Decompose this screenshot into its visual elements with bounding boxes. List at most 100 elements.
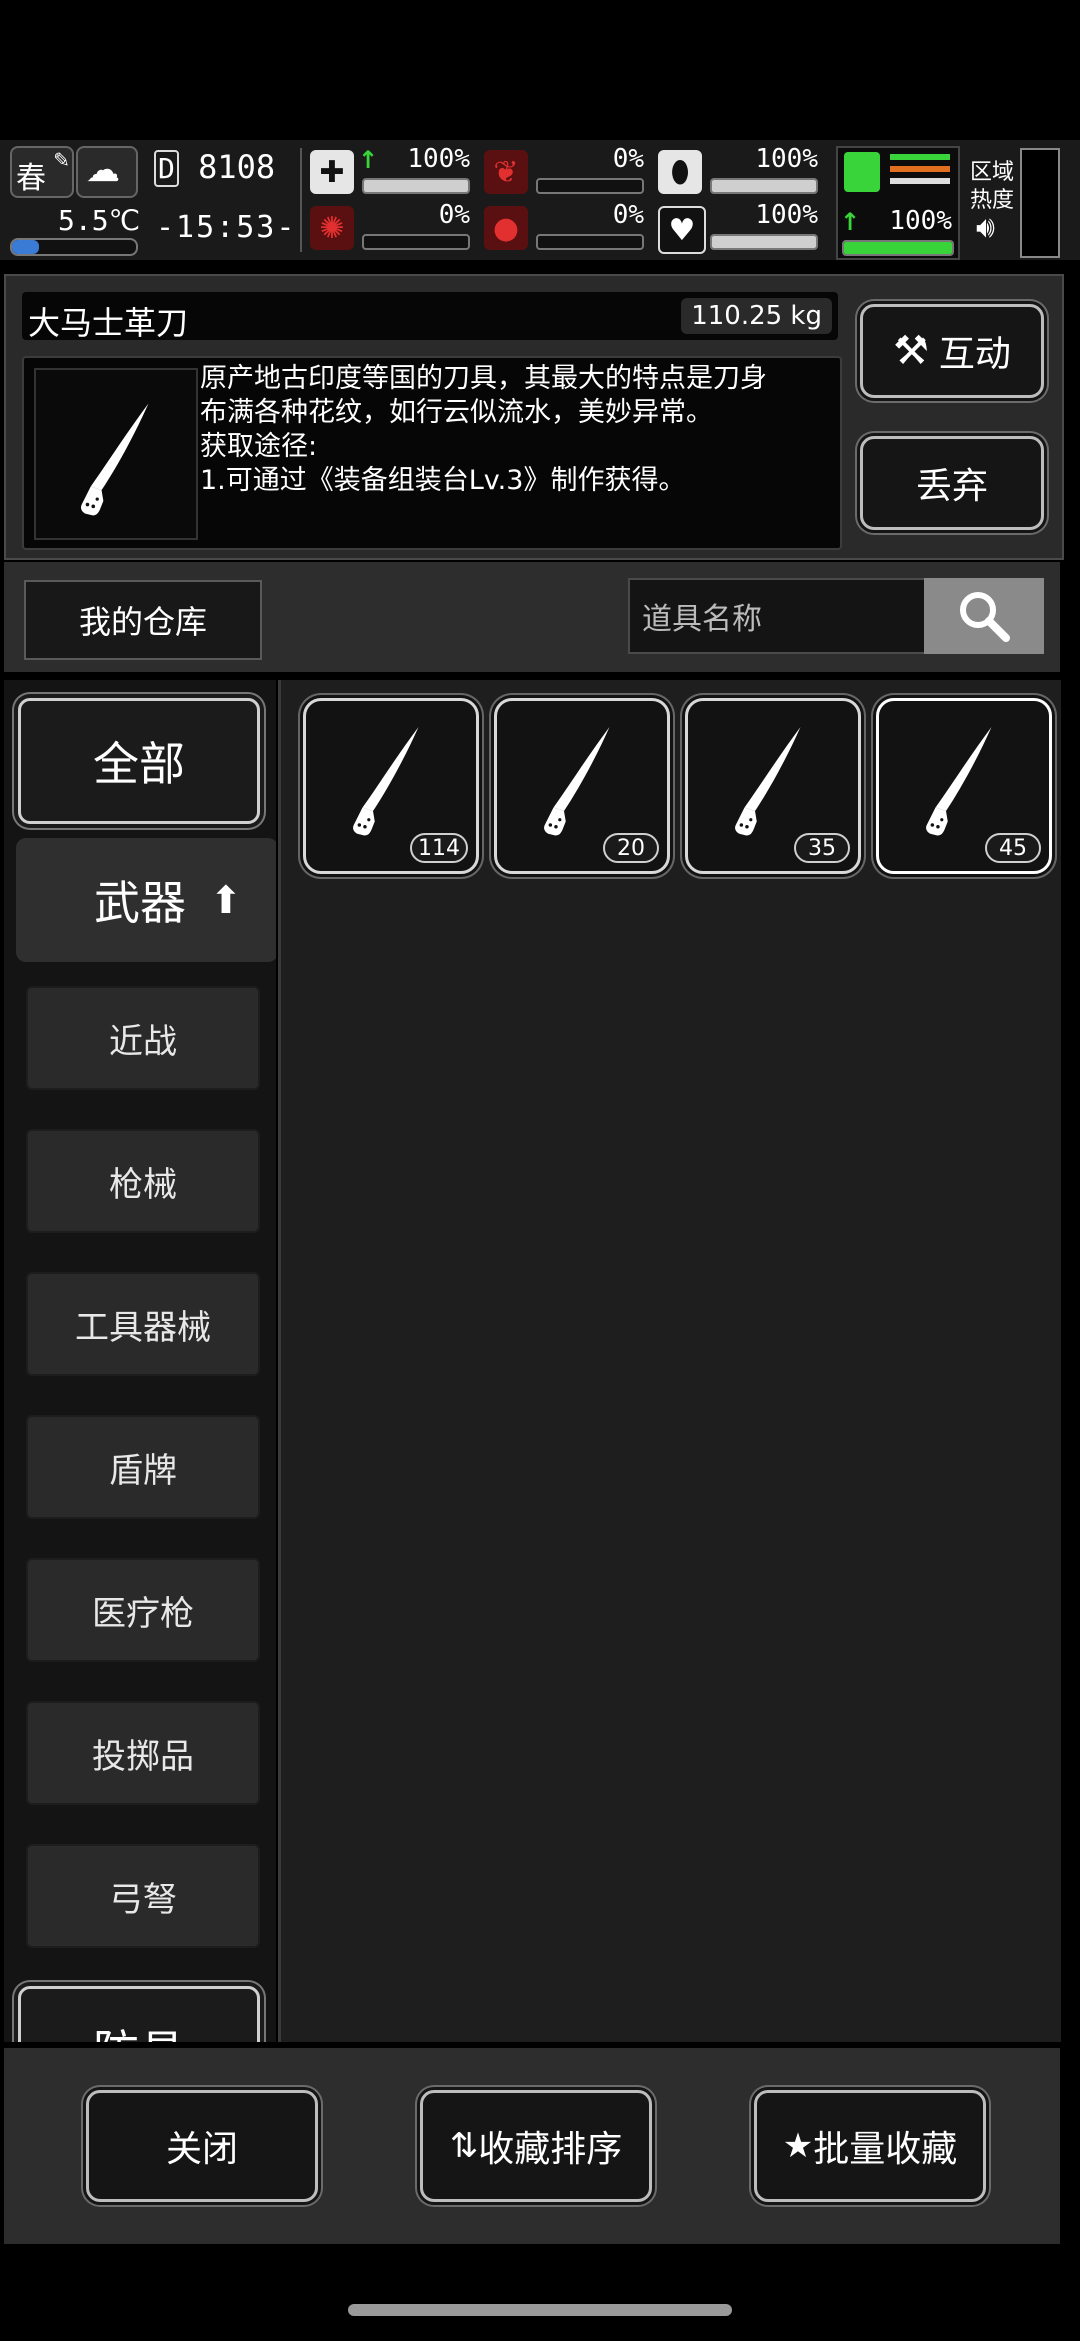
season-label: 春 bbox=[16, 161, 46, 196]
brain-icon: ✺ bbox=[310, 206, 354, 250]
day-prefix: D bbox=[154, 150, 179, 187]
stat-bar-fill bbox=[712, 236, 816, 248]
subcategory-button[interactable]: 投掷品 bbox=[26, 1701, 260, 1805]
feather-icon: ✎ bbox=[53, 148, 70, 172]
day-counter: D 8108 bbox=[154, 148, 294, 192]
heart-icon: ♥ bbox=[658, 206, 706, 254]
stat-cell: ✺ 0% bbox=[308, 200, 476, 256]
close-label: 关闭 bbox=[165, 2129, 238, 2170]
stat-cell: ● 0% bbox=[482, 200, 650, 256]
hammer-hand-icon: ⚒ bbox=[893, 328, 929, 374]
subcategory-label: 盾牌 bbox=[109, 1450, 177, 1491]
category-armor[interactable]: 防具 bbox=[18, 1986, 260, 2042]
temperature-gauge bbox=[10, 238, 138, 256]
stat-value: 100% bbox=[755, 200, 818, 230]
inventory-slot[interactable]: 114 bbox=[303, 698, 479, 874]
subcategory-label: 弓弩 bbox=[109, 1879, 177, 1920]
medkit-icon: ✚ bbox=[310, 150, 354, 194]
home-indicator[interactable] bbox=[348, 2304, 732, 2316]
item-count-badge: 45 bbox=[985, 833, 1041, 863]
inventory-slot[interactable]: 35 bbox=[685, 698, 861, 874]
bottom-toolbar: 关闭 ⇅ 收藏排序 ★ 批量收藏 bbox=[4, 2048, 1060, 2244]
item-grid: 114 20 35 45 bbox=[278, 680, 1061, 2042]
item-count-badge: 20 bbox=[603, 833, 659, 863]
item-thumbnail bbox=[34, 368, 198, 540]
my-warehouse-button[interactable]: 我的仓库 bbox=[24, 580, 262, 660]
warehouse-header: 我的仓库 道具名称 bbox=[4, 562, 1060, 672]
mask-icon: ⬮ bbox=[658, 150, 702, 194]
item-weight: 110.25 kg bbox=[681, 298, 832, 334]
category-all-label: 全部 bbox=[93, 737, 185, 791]
subcategory-label: 医疗枪 bbox=[92, 1593, 194, 1634]
category-weapons-label: 武器 bbox=[94, 876, 186, 930]
stamina-bar-fill bbox=[844, 242, 952, 254]
stat-bar bbox=[536, 178, 644, 194]
status-bar: 春 ✎ ☁ 5.5℃ D 8108 -15:53- ✚ ↑ 100% ❦ 0% ⬮ 100%… bbox=[0, 140, 1080, 260]
stat-bar bbox=[362, 234, 470, 250]
knife-icon bbox=[353, 727, 419, 836]
category-weapons[interactable]: 武器 ⬆ bbox=[16, 838, 276, 962]
category-all[interactable]: 全部 bbox=[18, 698, 260, 824]
batch-favorite-button[interactable]: ★ 批量收藏 bbox=[754, 2090, 986, 2202]
subcategory-button[interactable]: 枪械 bbox=[26, 1129, 260, 1233]
temperature-gauge-fill bbox=[12, 240, 40, 254]
search-placeholder: 道具名称 bbox=[642, 602, 762, 637]
item-name-bar: 大马士革刀 110.25 kg bbox=[22, 292, 838, 342]
item-description: 原产地古印度等国的刀具，其最大的特点是刀身 布满各种花纹，如行云似流水，美妙异常… bbox=[200, 362, 836, 498]
weather-indicator: ☁ bbox=[76, 146, 138, 198]
item-name: 大马士革刀 bbox=[28, 304, 189, 342]
stomach-icon: ❦ bbox=[484, 150, 528, 194]
divider bbox=[300, 148, 302, 252]
subcategory-button[interactable]: 弓弩 bbox=[26, 1844, 260, 1948]
search-icon bbox=[960, 592, 1010, 642]
knife-icon bbox=[544, 727, 610, 836]
stat-cell: ❦ 0% bbox=[482, 144, 650, 200]
inventory-slot[interactable]: 20 bbox=[494, 698, 670, 874]
stat-bar-fill bbox=[364, 180, 468, 192]
close-button[interactable]: 关闭 bbox=[86, 2090, 318, 2202]
inventory-slot[interactable]: 45 bbox=[876, 698, 1052, 874]
subcategory-button[interactable]: 工具器械 bbox=[26, 1272, 260, 1376]
zone-heat-meter bbox=[1020, 148, 1060, 258]
stat-bar bbox=[536, 234, 644, 250]
interact-button[interactable]: ⚒ 互动 bbox=[860, 304, 1044, 398]
item-description-box: 原产地古印度等国的刀具，其最大的特点是刀身 布满各种花纹，如行云似流水，美妙异常… bbox=[22, 356, 842, 550]
stat-cell: ✚ ↑ 100% bbox=[308, 144, 476, 200]
search-button[interactable] bbox=[924, 578, 1044, 654]
item-desc-line: 布满各种花纹，如行云似流水，美妙异常。 bbox=[200, 397, 713, 428]
subcategory-button[interactable]: 医疗枪 bbox=[26, 1558, 260, 1662]
stat-bar bbox=[710, 178, 818, 194]
knife-icon bbox=[80, 403, 149, 516]
stat-value: 100% bbox=[755, 144, 818, 174]
collapse-arrow-icon: ⬆ bbox=[210, 878, 242, 922]
season-indicator: 春 ✎ bbox=[10, 146, 74, 198]
subcategory-label: 投掷品 bbox=[92, 1736, 194, 1777]
blood-drop-icon: ● bbox=[484, 206, 528, 250]
stat-bar-fill bbox=[712, 180, 816, 192]
speaker-icon[interactable]: 🔊︎ bbox=[976, 210, 995, 245]
item-search-input[interactable]: 道具名称 bbox=[628, 578, 928, 654]
knife-icon bbox=[735, 727, 801, 836]
stamina-bar bbox=[842, 240, 954, 256]
stamina-panel: ↑ 100% bbox=[836, 146, 960, 260]
subcategory-label: 近战 bbox=[109, 1021, 177, 1062]
discard-button[interactable]: 丢弃 bbox=[860, 436, 1044, 530]
item-count-badge: 114 bbox=[410, 833, 468, 863]
stat-bar bbox=[710, 234, 818, 250]
game-clock: -15:53- bbox=[156, 210, 297, 245]
batch-favorite-label: 批量收藏 bbox=[813, 2129, 958, 2170]
subcategory-label: 工具器械 bbox=[75, 1307, 211, 1348]
swap-arrows-icon: ⇅ bbox=[449, 2126, 479, 2166]
category-sidebar: 全部 武器 ⬆ 近战枪械工具器械盾牌医疗枪投掷品弓弩 防具 bbox=[4, 680, 276, 2042]
item-desc-line: 获取途径: bbox=[200, 431, 318, 462]
boot-icon bbox=[844, 152, 880, 192]
category-armor-label: 防具 bbox=[93, 2016, 185, 2042]
subcategory-label: 枪械 bbox=[109, 1164, 177, 1205]
subcategory-button[interactable]: 近战 bbox=[26, 986, 260, 1090]
subcategory-button[interactable]: 盾牌 bbox=[26, 1415, 260, 1519]
item-count-badge: 35 bbox=[794, 833, 850, 863]
stat-value: 0% bbox=[438, 200, 470, 230]
sort-favorites-button[interactable]: ⇅ 收藏排序 bbox=[420, 2090, 652, 2202]
stat-cell: ⬮ 100% bbox=[656, 144, 824, 200]
knife-icon bbox=[926, 727, 992, 836]
